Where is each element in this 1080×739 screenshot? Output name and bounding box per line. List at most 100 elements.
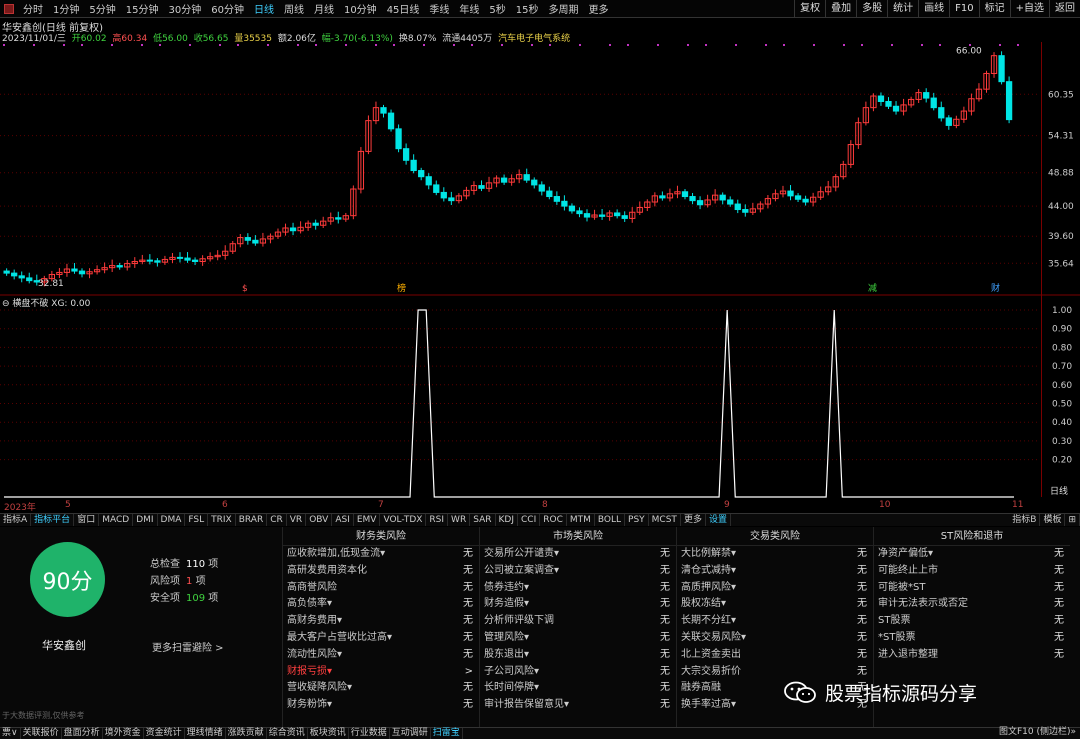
risk-item[interactable]: 交易所公开谴责▾ 无 <box>480 546 676 563</box>
risk-item[interactable]: 可能被*ST 无 <box>874 580 1070 597</box>
toolbar-button-4[interactable]: 画线 <box>918 0 949 18</box>
risk-item[interactable]: 财报亏损▾ > <box>283 664 479 681</box>
risk-item[interactable]: 财务造假▾ 无 <box>480 596 676 613</box>
tab-5[interactable]: DMA <box>158 514 186 526</box>
bottom-right-links[interactable]: 图文F10 (侧边栏)» <box>999 727 1076 738</box>
tab-10[interactable]: VR <box>287 514 307 526</box>
timeframe-0[interactable]: 分时 <box>18 1 48 16</box>
event-marker[interactable]: 财 <box>991 282 1000 294</box>
tab-9[interactable]: CR <box>267 514 287 526</box>
toolbar-button-8[interactable]: 返回 <box>1049 0 1080 18</box>
tab-right-0[interactable]: 指标B <box>1009 514 1041 526</box>
risk-item[interactable]: 北上资金卖出 无 <box>677 647 873 664</box>
toolbar-button-7[interactable]: +自选 <box>1009 0 1049 18</box>
toolbar-button-1[interactable]: 叠加 <box>825 0 856 18</box>
risk-item[interactable]: 高质押风险▾ 无 <box>677 580 873 597</box>
timeframe-7[interactable]: 周线 <box>279 1 309 16</box>
bottom-tab-0[interactable]: 票∨ <box>0 728 21 739</box>
tab-21[interactable]: MTM <box>567 514 595 526</box>
timeframe-14[interactable]: 15秒 <box>511 1 544 16</box>
risk-item[interactable]: 清仓式减持▾ 无 <box>677 563 873 580</box>
event-marker[interactable]: 榜 <box>397 282 406 294</box>
tab-15[interactable]: RSI <box>426 514 449 526</box>
risk-item[interactable]: ST股票 无 <box>874 613 1070 630</box>
tab-3[interactable]: MACD <box>99 514 134 526</box>
timeframe-5[interactable]: 60分钟 <box>206 1 249 16</box>
timeframe-1[interactable]: 1分钟 <box>48 1 84 16</box>
kline-chart[interactable]: 60.3554.3148.8844.0039.6035.6466.0032.81… <box>0 42 1080 500</box>
timeframe-2[interactable]: 5分钟 <box>84 1 120 16</box>
event-marker[interactable]: $ <box>242 284 248 294</box>
toolbar-button-6[interactable]: 标记 <box>978 0 1010 18</box>
bottom-tab-9[interactable]: 行业数据 <box>349 728 390 739</box>
bottom-tab-1[interactable]: 关联报价 <box>21 728 62 739</box>
toolbar-button-2[interactable]: 多股 <box>856 0 887 18</box>
more-scan-link[interactable]: 更多扫雷避险 > <box>152 639 224 654</box>
timeframe-4[interactable]: 30分钟 <box>163 1 206 16</box>
timeframe-3[interactable]: 15分钟 <box>121 1 164 16</box>
bottom-tab-5[interactable]: 理线情绪 <box>185 728 226 739</box>
timeframe-8[interactable]: 月线 <box>309 1 339 16</box>
risk-item[interactable]: 管理风险▾ 无 <box>480 630 676 647</box>
tab-right-2[interactable]: ⊞ <box>1065 514 1080 526</box>
risk-item[interactable]: 长期不分红▾ 无 <box>677 613 873 630</box>
risk-item[interactable]: 股东退出▾ 无 <box>480 647 676 664</box>
tab-2[interactable]: 窗口 <box>74 514 100 526</box>
tab-4[interactable]: DMI <box>133 514 158 526</box>
risk-item[interactable]: 分析师评级下调 无 <box>480 613 676 630</box>
tab-25[interactable]: 更多 <box>681 514 706 526</box>
risk-item[interactable]: 最大客户占营收比过高▾ 无 <box>283 630 479 647</box>
tab-26[interactable]: 设置 <box>706 514 731 526</box>
bottom-tab-6[interactable]: 涨跌贡献 <box>226 728 267 739</box>
tab-0[interactable]: 指标A <box>0 514 32 526</box>
tab-6[interactable]: FSL <box>185 514 209 526</box>
risk-item[interactable]: 股权冻结▾ 无 <box>677 596 873 613</box>
toolbar-button-3[interactable]: 统计 <box>887 0 918 18</box>
timeframe-6[interactable]: 日线 <box>249 1 279 16</box>
tab-18[interactable]: KDJ <box>496 514 518 526</box>
bottom-tab-11[interactable]: 扫雷宝 <box>431 728 463 739</box>
risk-item[interactable]: 净资产偏低▾ 无 <box>874 546 1070 563</box>
toolbar-button-5[interactable]: F10 <box>949 0 978 18</box>
timeframe-10[interactable]: 45日线 <box>382 1 425 16</box>
risk-item[interactable]: 子公司风险▾ 无 <box>480 664 676 681</box>
tab-8[interactable]: BRAR <box>236 514 268 526</box>
tab-1[interactable]: 指标平台 <box>31 514 75 526</box>
risk-item[interactable]: 审计无法表示或否定 无 <box>874 596 1070 613</box>
tab-13[interactable]: EMV <box>354 514 381 526</box>
bottom-tab-8[interactable]: 板块资讯 <box>308 728 349 739</box>
indicator-collapse-icon[interactable]: ⊖ <box>2 299 10 309</box>
tab-24[interactable]: MCST <box>649 514 681 526</box>
risk-item[interactable]: 高负债率▾ 无 <box>283 596 479 613</box>
tab-14[interactable]: VOL-TDX <box>380 514 427 526</box>
risk-item[interactable]: 财务粉饰▾ 无 <box>283 697 479 714</box>
risk-item[interactable]: 高财务费用▾ 无 <box>283 613 479 630</box>
tab-20[interactable]: ROC <box>540 514 567 526</box>
timeframe-16[interactable]: 更多 <box>584 1 614 16</box>
bottom-tab-4[interactable]: 资金统计 <box>144 728 185 739</box>
risk-item[interactable]: 大比例解禁▾ 无 <box>677 546 873 563</box>
tab-right-1[interactable]: 模板 <box>1040 514 1066 526</box>
timeframe-12[interactable]: 年线 <box>454 1 484 16</box>
timeframe-13[interactable]: 5秒 <box>484 1 510 16</box>
risk-item[interactable]: 债券违约▾ 无 <box>480 580 676 597</box>
tab-17[interactable]: SAR <box>470 514 496 526</box>
risk-item[interactable]: 长时间停牌▾ 无 <box>480 680 676 697</box>
risk-item[interactable]: 营收疑降风险▾ 无 <box>283 680 479 697</box>
timeframe-11[interactable]: 季线 <box>424 1 454 16</box>
risk-item[interactable]: 流动性风险▾ 无 <box>283 647 479 664</box>
bottom-tab-10[interactable]: 互动调研 <box>390 728 431 739</box>
event-marker[interactable]: 减 <box>868 282 877 294</box>
risk-item[interactable]: 可能终止上市 无 <box>874 563 1070 580</box>
bottom-tab-3[interactable]: 境外资金 <box>103 728 144 739</box>
timeframe-9[interactable]: 10分钟 <box>339 1 382 16</box>
tab-22[interactable]: BOLL <box>595 514 626 526</box>
tab-7[interactable]: TRIX <box>208 514 236 526</box>
tab-12[interactable]: ASI <box>332 514 354 526</box>
timeframe-15[interactable]: 多周期 <box>544 1 584 16</box>
tab-16[interactable]: WR <box>448 514 471 526</box>
tab-11[interactable]: OBV <box>306 514 333 526</box>
risk-item[interactable]: 进入退市整理 无 <box>874 647 1070 664</box>
risk-item[interactable]: 高研发费用资本化 无 <box>283 563 479 580</box>
risk-item[interactable]: 关联交易风险▾ 无 <box>677 630 873 647</box>
